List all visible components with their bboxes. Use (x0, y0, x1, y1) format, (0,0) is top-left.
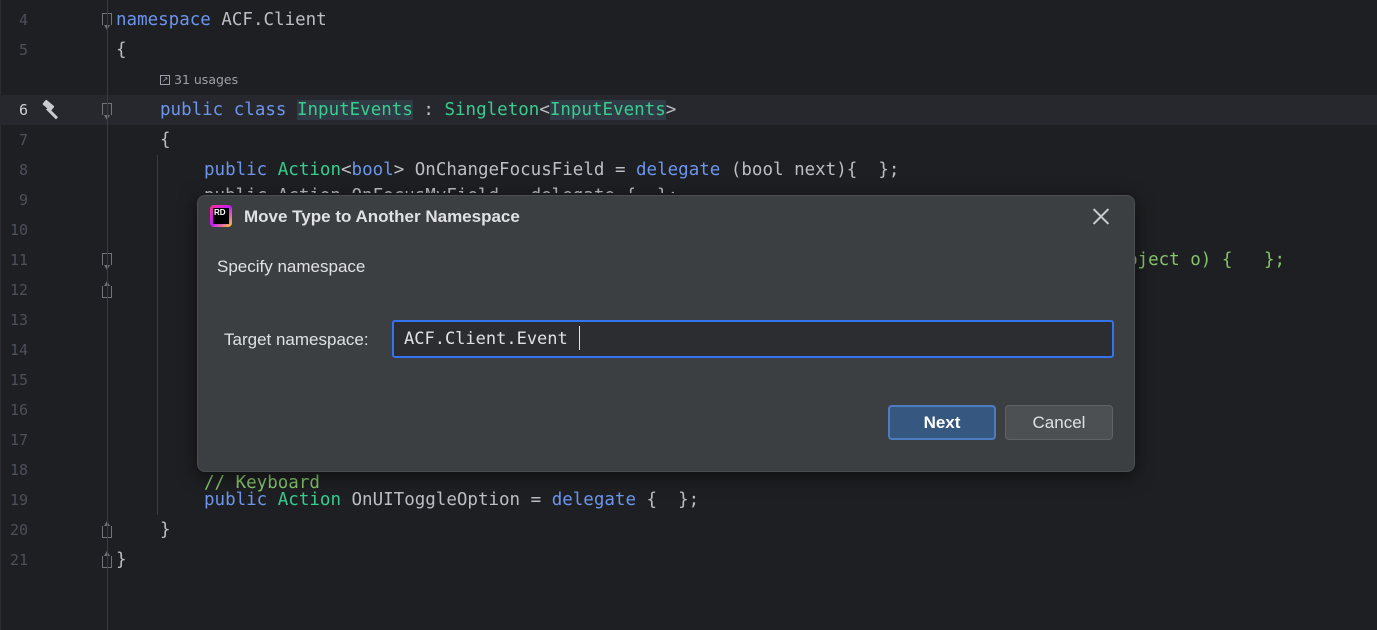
code-line-4: namespace ACF.Client (116, 5, 327, 35)
colon: : (412, 100, 445, 120)
keyword: public (204, 160, 278, 180)
dialog-title: Move Type to Another Namespace (244, 207, 520, 226)
namespace-name: ACF.Client (210, 10, 327, 30)
close-icon[interactable] (1090, 205, 1112, 227)
keyword: delegate (551, 490, 636, 510)
line-number: 20 (9, 521, 28, 539)
line-number: 15 (9, 371, 28, 389)
external-link-icon: ↗ (160, 74, 170, 85)
line-number: 21 (9, 551, 28, 569)
code-line-20: } (160, 520, 171, 540)
code-line-6: public class InputEvents : Singleton<Inp… (160, 95, 676, 125)
line-number: 18 (9, 461, 28, 479)
target-namespace-label: Target namespace: (224, 330, 369, 349)
type-name: Action (277, 160, 341, 180)
code-text: { }; (636, 490, 700, 510)
code-line-7: { (160, 130, 171, 150)
line-number: 7 (18, 131, 28, 149)
code-line-8: public Action<bool> OnChangeFocusField =… (204, 155, 899, 185)
line-number: 6 (18, 101, 28, 119)
generic-arg: InputEvents (549, 100, 666, 120)
keyword: public class (160, 100, 297, 120)
line-number: 13 (9, 311, 28, 329)
class-name: InputEvents (296, 100, 413, 120)
line-number: 4 (18, 11, 28, 29)
code-line-11-fragment: bject o) { }; (1127, 250, 1286, 270)
rider-app-icon: RD (210, 205, 232, 227)
line-number: 5 (18, 41, 28, 59)
keyword: delegate (636, 160, 721, 180)
line-number: 19 (9, 491, 28, 509)
line-number: 8 (18, 161, 28, 179)
indent-guide (107, 0, 108, 630)
dialog-header[interactable]: RD Move Type to Another Namespace (198, 196, 1134, 238)
line-number: 10 (9, 221, 28, 239)
line-number: 12 (9, 281, 28, 299)
code-line-5: { (116, 40, 127, 60)
code-text: OnUIToggleOption = (340, 490, 552, 510)
usages-label: 31 usages (174, 72, 239, 87)
target-namespace-input[interactable] (392, 320, 1114, 358)
usages-hint[interactable]: ↗ 31 usages (160, 72, 238, 87)
move-type-dialog: RD Move Type to Another Namespace Specif… (197, 195, 1135, 472)
dialog-subtitle: Specify namespace (217, 257, 366, 276)
indent-guide (157, 155, 158, 515)
code-line-19: public Action OnUIToggleOption = delegat… (204, 485, 699, 515)
keyword: bool (351, 160, 394, 180)
base-class: Singleton (444, 100, 540, 120)
text-caret (579, 326, 580, 350)
cancel-button[interactable]: Cancel (1005, 405, 1113, 440)
code-text: > OnChangeFocusField = (393, 160, 637, 180)
generic-open: < (539, 100, 550, 120)
generic-close: > (665, 100, 677, 120)
keyword: namespace (116, 10, 211, 30)
line-number: 17 (9, 431, 28, 449)
generic-open: < (340, 160, 352, 180)
line-number: 14 (9, 341, 28, 359)
keyword: public (204, 490, 278, 510)
line-number: 11 (9, 251, 28, 269)
line-number: 16 (9, 401, 28, 419)
next-button[interactable]: Next (888, 405, 996, 440)
code-line-21: } (116, 550, 127, 570)
line-number: 9 (18, 191, 28, 209)
hammer-icon[interactable] (40, 99, 64, 121)
type-name: Action (277, 490, 341, 510)
app-icon-text: RD (213, 208, 229, 224)
code-text: (bool next){ }; (720, 160, 900, 180)
